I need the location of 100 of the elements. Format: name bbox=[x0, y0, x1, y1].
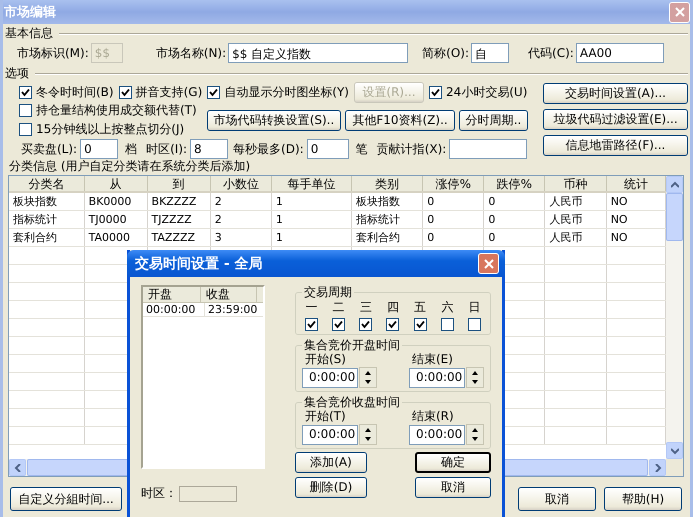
time-field[interactable]: 0:00:00 bbox=[302, 424, 358, 444]
weekday-label: 三 bbox=[360, 299, 372, 316]
option-button[interactable]: 信息地雷路径(F)... bbox=[543, 135, 688, 156]
weekday-label: 日 bbox=[468, 299, 480, 316]
column-header[interactable]: 到 bbox=[147, 176, 210, 192]
close-icon bbox=[482, 258, 494, 270]
table-cell: 指标统计 bbox=[351, 210, 423, 228]
section-heading: 选项 bbox=[5, 65, 29, 82]
text-field[interactable] bbox=[449, 139, 528, 159]
close-button[interactable] bbox=[478, 253, 499, 274]
checkbox[interactable] bbox=[305, 318, 318, 331]
table-cell: 1 bbox=[271, 228, 352, 246]
checkbox[interactable] bbox=[386, 318, 400, 331]
text-field[interactable]: $$ 自定义指数 bbox=[228, 43, 408, 63]
weekday-label: 二 bbox=[332, 299, 345, 316]
table-cell: 0 bbox=[422, 192, 484, 210]
table-cell: 人民币 bbox=[544, 192, 606, 210]
option-button[interactable]: 垃圾代码过滤设置(E)... bbox=[543, 109, 688, 130]
column-header[interactable]: 类别 bbox=[351, 176, 423, 192]
checkbox[interactable] bbox=[468, 318, 481, 331]
option-button[interactable]: 交易时间设置(A)... bbox=[543, 83, 688, 104]
text-field[interactable]: 8 bbox=[190, 139, 228, 159]
column-header[interactable]: 涨停% bbox=[422, 176, 484, 192]
field-label: 结束(R) bbox=[411, 409, 455, 424]
checkbox-label: 持仓量结构使用成交额代替(T) bbox=[36, 102, 197, 119]
dialog-button[interactable]: 帮助(H) bbox=[604, 487, 682, 511]
checkbox[interactable] bbox=[332, 318, 346, 331]
option-button[interactable]: 市场代码转换设置(S).. bbox=[206, 110, 342, 130]
option-button[interactable]: 其他F10资料(Z).. bbox=[345, 110, 455, 130]
time-field[interactable]: 0:00:00 bbox=[302, 368, 358, 388]
column-header[interactable]: 开盘 bbox=[143, 287, 201, 302]
table-cell: BK0000 bbox=[84, 192, 148, 210]
dialog-button[interactable]: 取消 bbox=[415, 477, 491, 498]
dialog-button[interactable]: 删除(D) bbox=[295, 477, 367, 498]
dialog-button[interactable]: 确定 bbox=[415, 452, 491, 473]
column-header[interactable]: 分类名 bbox=[9, 176, 84, 192]
checkbox-label: 自动显示分时图坐标(Y) bbox=[224, 84, 349, 100]
column-header[interactable]: 币种 bbox=[544, 176, 606, 192]
dialog-button[interactable]: 添加(A) bbox=[295, 452, 367, 473]
table-cell: 3 bbox=[210, 228, 272, 246]
section-heading: 基本信息 bbox=[5, 25, 53, 42]
time-field[interactable]: 0:00:00 bbox=[409, 424, 465, 444]
column-header[interactable]: 小数位 bbox=[210, 176, 272, 192]
weekday-label: 四 bbox=[386, 299, 399, 316]
text-field[interactable]: 0 bbox=[306, 139, 349, 159]
checkbox[interactable] bbox=[440, 318, 454, 331]
window-title: 市场编辑 bbox=[4, 4, 56, 21]
scrollbar-corner bbox=[666, 459, 683, 476]
column-header[interactable]: 统计 bbox=[606, 176, 666, 192]
spinner[interactable] bbox=[359, 367, 377, 388]
timezone-field[interactable] bbox=[179, 486, 237, 502]
checkbox[interactable] bbox=[359, 318, 372, 331]
table-cell: TA0000 bbox=[84, 228, 148, 246]
text-field[interactable]: 0 bbox=[80, 139, 118, 159]
column-header[interactable]: 从 bbox=[84, 176, 148, 192]
option-button[interactable]: 分时周期.. bbox=[458, 110, 528, 130]
weekday-label: 一 bbox=[306, 299, 318, 316]
table-cell: 2 bbox=[210, 192, 272, 210]
text-field[interactable]: AA00 bbox=[576, 43, 664, 63]
column-header[interactable]: 收盘 bbox=[201, 287, 257, 302]
group-title: 交易周期 bbox=[303, 285, 353, 299]
field-label: 每秒最多(D): bbox=[233, 140, 304, 158]
column-header[interactable]: 每手单位 bbox=[271, 176, 352, 192]
vertical-scrollbar[interactable] bbox=[666, 176, 683, 476]
table-cell: 2 bbox=[210, 210, 272, 228]
spinner[interactable] bbox=[466, 367, 484, 388]
field-label: 简称(O): bbox=[422, 44, 470, 62]
checkbox[interactable] bbox=[118, 86, 132, 98]
time-field[interactable]: 0:00:00 bbox=[409, 368, 465, 388]
checkbox[interactable] bbox=[207, 86, 220, 98]
table-cell: 1 bbox=[271, 192, 352, 210]
field-label: 代码(C): bbox=[528, 44, 574, 62]
spinner[interactable] bbox=[466, 424, 484, 445]
spinner[interactable] bbox=[359, 424, 377, 445]
checkbox[interactable] bbox=[19, 104, 32, 117]
table-cell: 人民币 bbox=[544, 210, 606, 228]
column-header[interactable]: 跌停% bbox=[484, 176, 545, 192]
table-cell: 0 bbox=[484, 192, 545, 210]
table-cell: TJ0000 bbox=[84, 210, 148, 228]
table-cell: 1 bbox=[271, 210, 352, 228]
checkbox[interactable] bbox=[428, 86, 442, 98]
dialog-button[interactable]: 取消 bbox=[518, 487, 596, 511]
up-arrow-icon bbox=[472, 370, 478, 375]
field-label: 时区： bbox=[141, 485, 177, 502]
down-arrow-icon bbox=[472, 437, 478, 442]
text-field[interactable]: 自 bbox=[471, 43, 510, 63]
checkbox-label: 拼音支持(G) bbox=[136, 84, 202, 100]
dialog-button[interactable]: 自定义分組时间... bbox=[10, 487, 122, 511]
down-arrow-icon bbox=[365, 437, 371, 442]
checkbox-label: 冬令时时间(B) bbox=[36, 84, 114, 100]
scrollbar-thumb[interactable] bbox=[666, 193, 683, 241]
group-title: 集合竞价开盘时间 bbox=[303, 338, 401, 352]
table-cell: 板块指数 bbox=[351, 192, 423, 210]
group-title: 集合竞价收盘时间 bbox=[303, 395, 401, 409]
session-list[interactable]: 开盘 收盘 00:00:00 23:59:00 bbox=[141, 285, 265, 469]
up-arrow-icon bbox=[472, 428, 478, 432]
checkbox[interactable] bbox=[414, 318, 427, 331]
checkbox[interactable] bbox=[19, 123, 32, 136]
checkbox[interactable] bbox=[19, 86, 32, 98]
section-heading: 分类信息 (用户自定分类请在系统分类后添加) bbox=[9, 158, 250, 175]
